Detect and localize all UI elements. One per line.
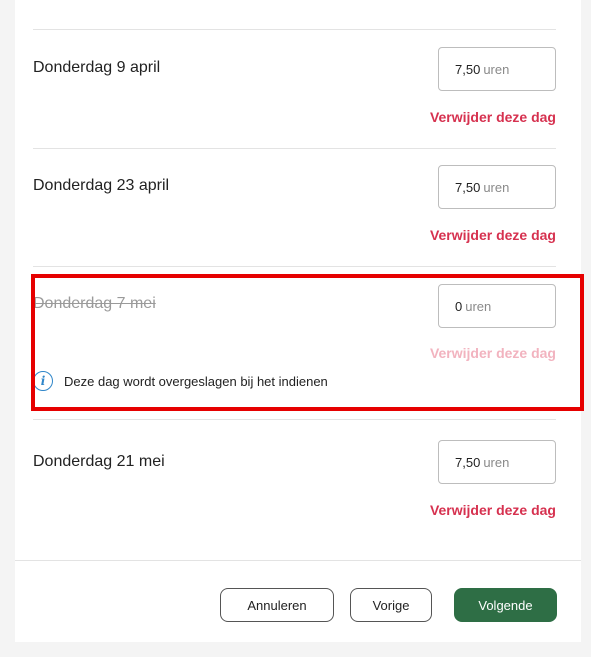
remove-day-link[interactable]: Verwijder deze dag xyxy=(430,109,556,125)
remove-day-link[interactable]: Verwijder deze dag xyxy=(430,502,556,518)
footer-divider xyxy=(15,560,581,561)
cancel-button[interactable]: Annuleren xyxy=(220,588,334,622)
day-label: Donderdag 7 mei xyxy=(33,295,156,312)
day-label: Donderdag 9 april xyxy=(33,59,161,76)
hours-unit: uren xyxy=(465,298,492,314)
next-button[interactable]: Volgende xyxy=(454,588,557,622)
day-row: Donderdag 9 april 7,50 uren Verwijder de… xyxy=(33,30,556,148)
hours-unit: uren xyxy=(483,454,510,470)
remove-day-link[interactable]: Verwijder deze dag xyxy=(430,345,556,361)
hours-input[interactable]: 0 uren xyxy=(438,284,556,328)
hours-value: 7,50 xyxy=(455,179,481,195)
hours-value: 7,50 xyxy=(455,61,481,77)
day-row-skipped: Donderdag 7 mei 0 uren Verwijder deze da… xyxy=(33,267,556,417)
hours-unit: uren xyxy=(483,179,510,195)
remove-day-link[interactable]: Verwijder deze dag xyxy=(430,227,556,243)
day-label: Donderdag 21 mei xyxy=(33,453,165,470)
skip-info-message: i Deze dag wordt overgeslagen bij het in… xyxy=(33,371,328,391)
hours-unit: uren xyxy=(483,61,510,77)
day-label: Donderdag 23 april xyxy=(33,177,170,194)
day-row: Donderdag 21 mei 7,50 uren Verwijder dez… xyxy=(33,420,556,538)
hours-input[interactable]: 7,50 uren xyxy=(438,165,556,209)
hours-input[interactable]: 7,50 uren xyxy=(438,440,556,484)
hours-value: 7,50 xyxy=(455,454,481,470)
hours-value: 0 xyxy=(455,298,463,314)
previous-button[interactable]: Vorige xyxy=(350,588,432,622)
skip-info-text: Deze dag wordt overgeslagen bij het indi… xyxy=(64,373,328,389)
hours-input[interactable]: 7,50 uren xyxy=(438,47,556,91)
day-row: Donderdag 23 april 7,50 uren Verwijder d… xyxy=(33,149,556,267)
info-circle-icon: i xyxy=(33,371,53,391)
